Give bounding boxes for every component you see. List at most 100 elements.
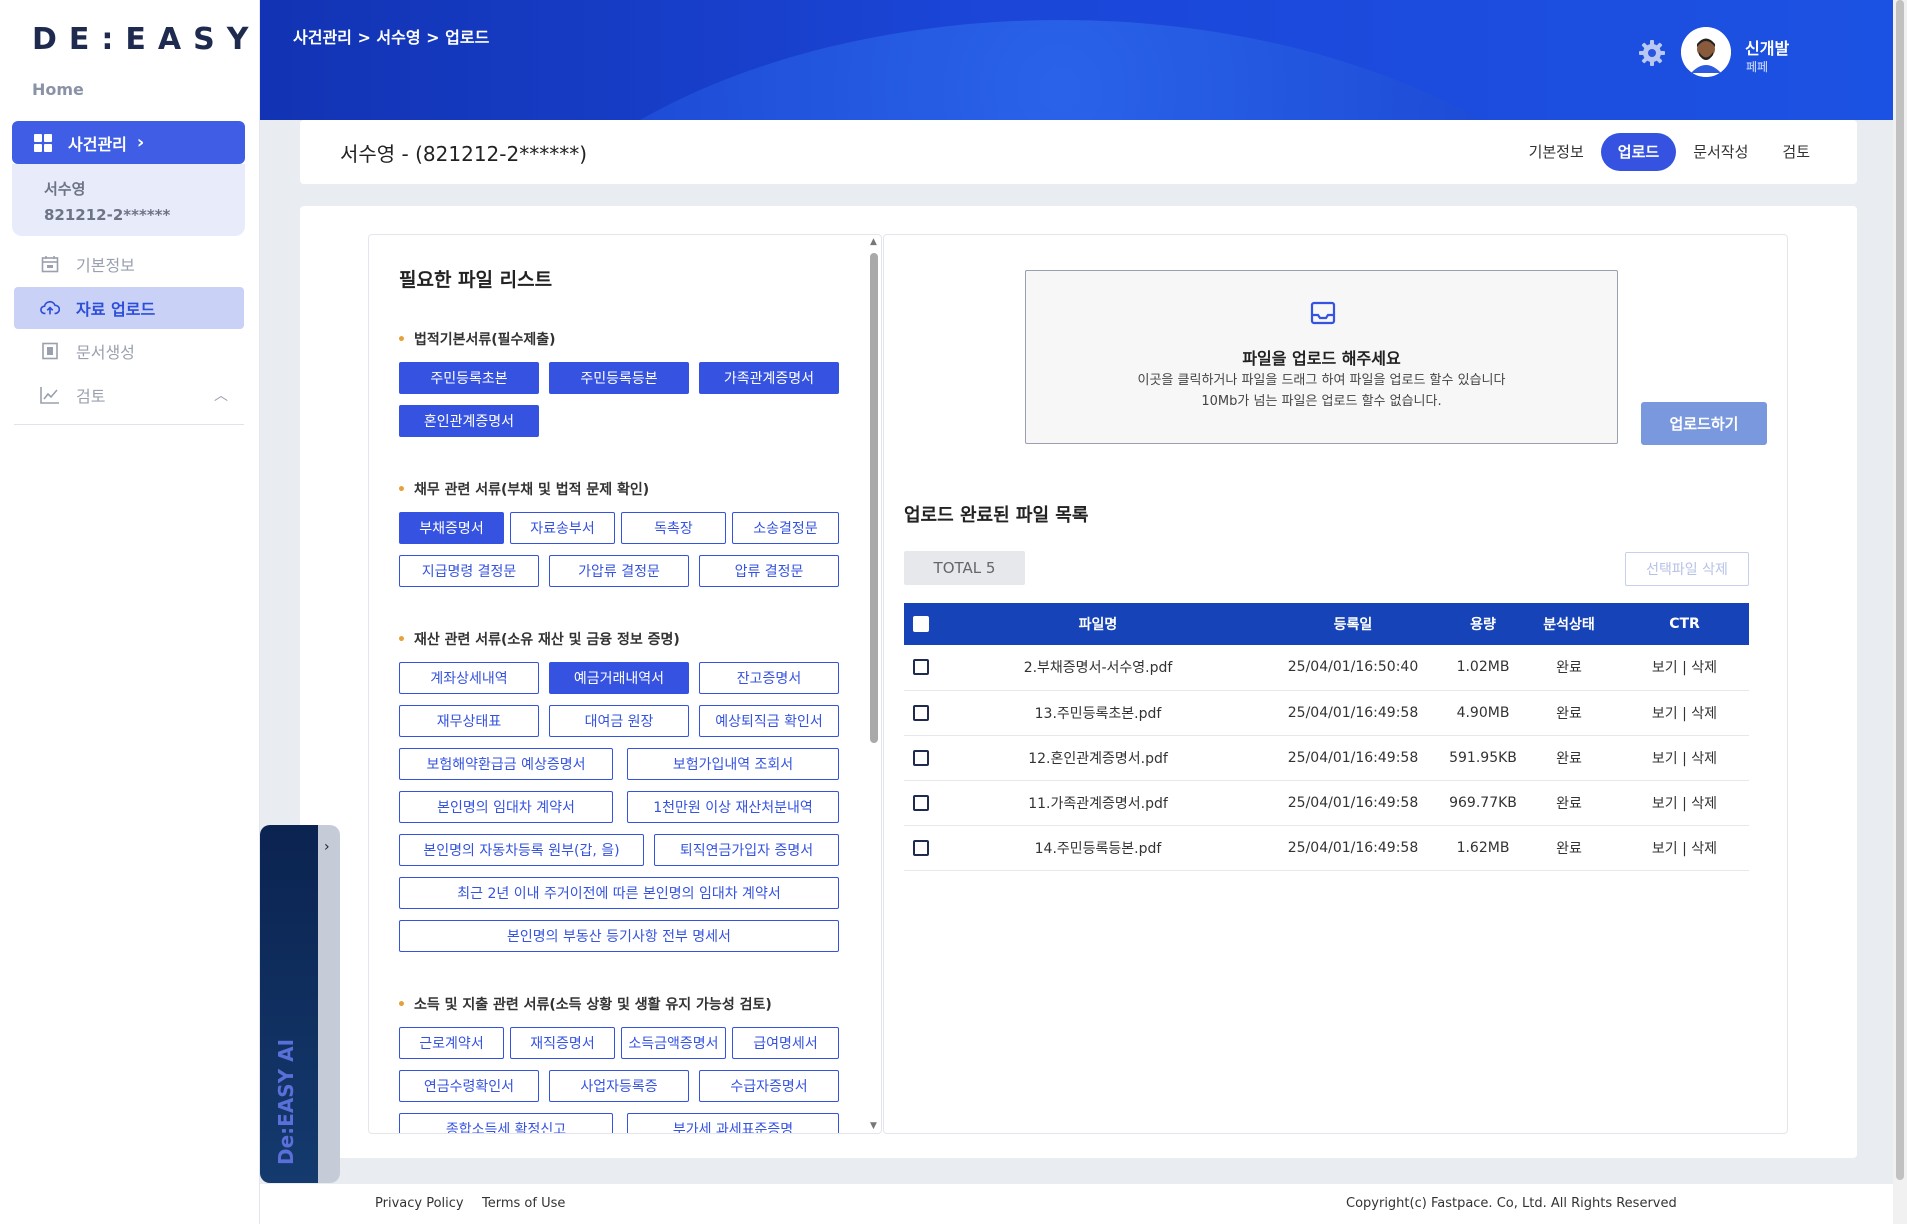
row-actions[interactable]: 보기 | 삭제 xyxy=(1620,825,1749,871)
doc-button[interactable]: 사업자등록증 xyxy=(549,1070,689,1102)
chevron-right-icon[interactable]: › xyxy=(324,839,330,855)
doc-button[interactable]: 부채증명서 xyxy=(399,512,504,544)
doc-button[interactable]: 수급자증명서 xyxy=(699,1070,839,1102)
scroll-down-arrow-icon[interactable]: ▼ xyxy=(870,1121,877,1131)
chevron-up-icon[interactable]: ︿ xyxy=(214,385,228,405)
file-drop-zone[interactable]: 파일을 업로드 해주세요 이곳을 클릭하거나 파일을 드래그 하여 파일을 업로… xyxy=(1025,270,1618,444)
doc-button[interactable]: 재직증명서 xyxy=(510,1027,615,1059)
upload-button[interactable]: 업로드하기 xyxy=(1641,402,1767,445)
doc-button[interactable]: 소송결정문 xyxy=(732,512,839,544)
doc-button[interactable]: 독촉장 xyxy=(621,512,726,544)
sidebar-item-upload[interactable]: 자료 업로드 xyxy=(14,287,244,329)
row-actions[interactable]: 보기 | 삭제 xyxy=(1620,645,1749,691)
doc-button[interactable]: 계좌상세내역 xyxy=(399,662,539,694)
nav-case-management[interactable]: 사건관리 › xyxy=(12,121,245,164)
chart-line-icon xyxy=(40,385,60,405)
select-all-checkbox[interactable] xyxy=(913,616,929,632)
case-name: 서수영 xyxy=(44,180,86,198)
row-actions[interactable]: 보기 | 삭제 xyxy=(1620,690,1749,736)
avatar[interactable] xyxy=(1681,27,1731,77)
doc-button[interactable]: 퇴직연금가입자 증명서 xyxy=(654,834,839,866)
copyright-text: Copyright(c) Fastpace. Co, Ltd. All Righ… xyxy=(1346,1196,1677,1211)
section-title: 소득 및 지출 관련 서류(소득 상황 및 생활 유지 가능성 검토) xyxy=(407,994,772,1014)
select-all-cell xyxy=(904,603,938,645)
row-checkbox[interactable] xyxy=(913,794,929,811)
sidebar-item-document[interactable]: 문서생성 xyxy=(14,330,244,372)
doc-button[interactable]: 자료송부서 xyxy=(510,512,615,544)
doc-button[interactable]: 지급명령 결정문 xyxy=(399,555,539,587)
row-checkbox[interactable] xyxy=(913,839,929,856)
table-row: 13.주민등록초본.pdf 25/04/01/16:49:58 4.90MB 완… xyxy=(904,690,1749,736)
tab-bar: 기본정보 업로드 문서작성 검토 xyxy=(1512,133,1827,171)
required-files-panel: 필요한 파일 리스트 법적기본서류(필수제출) 주민등록초본 주민등록등본 가족… xyxy=(368,234,882,1134)
user-subtitle: 페페 xyxy=(1746,60,1769,74)
row-checkbox[interactable] xyxy=(913,659,929,676)
doc-button[interactable]: 주민등록등본 xyxy=(549,362,689,394)
doc-button[interactable]: 주민등록초본 xyxy=(399,362,539,394)
current-case: 서수영 821212-2****** xyxy=(12,164,245,236)
doc-button[interactable]: 급여명세서 xyxy=(732,1027,839,1059)
sidebar-item-label: 자료 업로드 xyxy=(76,300,156,319)
uploaded-files-table: 파일명 등록일 용량 분석상태 CTR 2.부채증명서-서수영.pdf 25/0… xyxy=(904,603,1749,871)
footer: Privacy Policy Terms of Use Copyright(c)… xyxy=(260,1184,1893,1224)
analysis-status: 완료 xyxy=(1518,735,1620,781)
logo[interactable]: DE:EASY xyxy=(32,22,260,57)
doc-button[interactable]: 대여금 원장 xyxy=(549,705,689,737)
tab-upload[interactable]: 업로드 xyxy=(1600,133,1677,171)
tab-review[interactable]: 검토 xyxy=(1765,133,1827,171)
privacy-policy-link[interactable]: Privacy Policy xyxy=(375,1196,464,1211)
doc-button[interactable]: 보험해약환급금 예상증명서 xyxy=(399,748,613,780)
file-date: 25/04/01/16:49:58 xyxy=(1258,825,1448,871)
delete-selected-button[interactable]: 선택파일 삭제 xyxy=(1625,552,1749,586)
doc-button[interactable]: 예금거래내역서 xyxy=(549,662,689,694)
sidebar-item-review[interactable]: 검토 ︿ xyxy=(14,374,244,416)
doc-button[interactable]: 재무상태표 xyxy=(399,705,539,737)
ai-assistant-label: De:EASY AI xyxy=(274,1038,298,1165)
row-checkbox[interactable] xyxy=(913,749,929,766)
doc-button[interactable]: 잔고증명서 xyxy=(699,662,839,694)
doc-button[interactable]: 연금수령확인서 xyxy=(399,1070,539,1102)
sidebar-item-label: 문서생성 xyxy=(76,343,135,362)
section-title: 법적기본서류(필수제출) xyxy=(407,329,556,349)
doc-button[interactable]: 본인명의 임대차 계약서 xyxy=(399,791,613,823)
upload-panel: 파일을 업로드 해주세요 이곳을 클릭하거나 파일을 드래그 하여 파일을 업로… xyxy=(883,234,1788,1134)
panel-scrollbar[interactable]: ▲ ▼ xyxy=(870,235,878,1133)
drop-zone-title: 파일을 업로드 해주세요 xyxy=(1242,349,1401,368)
tab-basic-info[interactable]: 기본정보 xyxy=(1512,133,1601,171)
row-checkbox[interactable] xyxy=(913,704,929,721)
doc-button[interactable]: 본인명의 자동차등록 원부(갑, 을) xyxy=(399,834,644,866)
doc-button[interactable]: 가족관계증명서 xyxy=(699,362,839,394)
gear-icon[interactable] xyxy=(1637,38,1667,68)
file-name: 2.부채증명서-서수영.pdf xyxy=(938,645,1258,691)
table-row: 12.혼인관계증명서.pdf 25/04/01/16:49:58 591.95K… xyxy=(904,735,1749,781)
sidebar-item-basic-info[interactable]: 기본정보 xyxy=(14,243,244,285)
doc-button[interactable]: 종합소득세 확정신고 xyxy=(399,1113,613,1133)
doc-button[interactable]: 최근 2년 이내 주거이전에 따른 본인명의 임대차 계약서 xyxy=(399,877,839,909)
table-header-row: 파일명 등록일 용량 분석상태 CTR xyxy=(904,603,1749,645)
terms-of-use-link[interactable]: Terms of Use xyxy=(482,1196,565,1211)
doc-button[interactable]: 부가세 과세표준증명 xyxy=(627,1113,839,1133)
section-title: 재산 관련 서류(소유 재산 및 금융 정보 증명) xyxy=(407,629,680,649)
doc-button[interactable]: 혼인관계증명서 xyxy=(399,405,539,437)
column-header: 파일명 xyxy=(938,603,1258,645)
page-scrollbar[interactable] xyxy=(1893,0,1907,1224)
doc-button[interactable]: 보험가입내역 조회서 xyxy=(627,748,839,780)
section-title: 채무 관련 서류(부채 및 법적 문제 확인) xyxy=(407,479,649,499)
analysis-status: 완료 xyxy=(1518,825,1620,871)
row-actions[interactable]: 보기 | 삭제 xyxy=(1620,735,1749,781)
doc-button[interactable]: 압류 결정문 xyxy=(699,555,839,587)
tab-document-writing[interactable]: 문서작성 xyxy=(1676,133,1765,171)
file-name: 14.주민등록등본.pdf xyxy=(938,825,1258,871)
doc-button[interactable]: 1천만원 이상 재산처분내역 xyxy=(627,791,839,823)
scroll-up-arrow-icon[interactable]: ▲ xyxy=(870,237,877,247)
doc-button[interactable]: 가압류 결정문 xyxy=(549,555,689,587)
row-actions[interactable]: 보기 | 삭제 xyxy=(1620,780,1749,826)
table-row: 2.부채증명서-서수영.pdf 25/04/01/16:50:40 1.02MB… xyxy=(904,645,1749,691)
ai-assistant-tab[interactable]: De:EASY AI › xyxy=(260,825,340,1183)
doc-button[interactable]: 본인명의 부동산 등기사항 전부 명세서 xyxy=(399,920,839,952)
doc-button[interactable]: 근로계약서 xyxy=(399,1027,504,1059)
doc-button[interactable]: 소득금액증명서 xyxy=(621,1027,726,1059)
doc-button[interactable]: 예상퇴직금 확인서 xyxy=(699,705,839,737)
sidebar-divider xyxy=(14,424,244,425)
home-link[interactable]: Home xyxy=(32,80,84,99)
